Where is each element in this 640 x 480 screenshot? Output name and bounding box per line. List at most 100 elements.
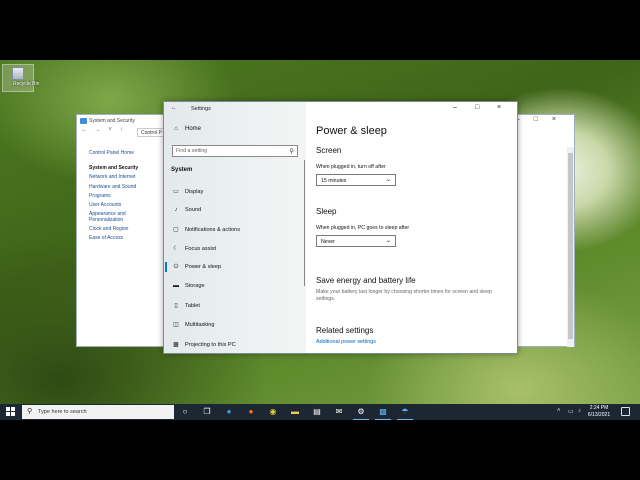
settings-title: Settings bbox=[191, 106, 211, 112]
taskbar-search-placeholder: Type here to search bbox=[38, 409, 87, 415]
taskbar: ⚲ Type here to search ○ ❐ ● ● ◉ ▬ ▤ ✉ ⚙ … bbox=[0, 404, 640, 420]
cp-link-clock-and-region[interactable]: Clock and Region bbox=[89, 225, 138, 234]
taskbar-search-box[interactable]: ⚲ Type here to search bbox=[22, 405, 174, 419]
nav-item-storage[interactable]: ▬ Storage bbox=[171, 283, 205, 289]
settings-window-buttons: – □ × bbox=[447, 102, 517, 116]
nav-item-projecting[interactable]: ▩ Projecting to this PC bbox=[171, 341, 236, 348]
sound-icon: ♪ bbox=[174, 207, 178, 213]
nav-item-display[interactable]: ▭ Display bbox=[171, 188, 203, 195]
cp-link-programs[interactable]: Programs bbox=[89, 192, 138, 201]
network-icon[interactable]: ▭ bbox=[568, 408, 574, 415]
nav-item-notifications[interactable]: ▢ Notifications & actions bbox=[171, 226, 240, 233]
clock-time: 2:24 PM bbox=[589, 405, 609, 411]
search-placeholder: Find a setting bbox=[176, 148, 208, 154]
nav-item-label: Storage bbox=[185, 283, 205, 289]
control-panel-title: System and Security bbox=[89, 118, 135, 124]
cp-link-ease-of-access[interactable]: Ease of Access bbox=[89, 234, 138, 243]
screen-timeout-dropdown[interactable]: 15 minutes ⌄ bbox=[316, 174, 396, 186]
chevron-down-icon: ⌄ bbox=[385, 177, 391, 183]
recycle-bin-icon[interactable]: Recycle Bin bbox=[2, 64, 39, 92]
cp-link-network-and-internet[interactable]: Network and Internet bbox=[89, 173, 138, 182]
search-icon: ⚲ bbox=[289, 148, 294, 155]
nav-item-label: Notifications & actions bbox=[185, 227, 241, 233]
back-arrow-icon[interactable]: ← bbox=[81, 127, 87, 133]
recycle-bin-label: Recycle Bin bbox=[13, 81, 40, 87]
app-taskbar-icon[interactable]: ☂ bbox=[397, 407, 413, 420]
screen-label: When plugged in, turn off after bbox=[316, 164, 386, 170]
minimize-button[interactable]: – bbox=[453, 104, 457, 111]
action-center-icon[interactable] bbox=[621, 407, 630, 416]
home-icon: ⌂ bbox=[174, 126, 178, 132]
cp-link-appearance[interactable]: Appearance and Personalization bbox=[89, 210, 133, 224]
sleep-heading: Sleep bbox=[316, 207, 337, 216]
nav-item-label: Projecting to this PC bbox=[185, 342, 236, 348]
cp-link-hardware-and-sound[interactable]: Hardware and Sound bbox=[89, 183, 138, 192]
nav-item-tablet[interactable]: ▯ Tablet bbox=[171, 302, 200, 309]
maximize-button[interactable]: □ bbox=[475, 104, 479, 111]
nav-item-multitasking[interactable]: ◫ Multitasking bbox=[171, 321, 215, 328]
store-icon[interactable]: ▤ bbox=[312, 407, 322, 417]
tablet-icon: ▯ bbox=[174, 303, 178, 309]
taskbar-clock[interactable]: 2:24 PM 6/13/2021 bbox=[584, 405, 614, 419]
clock-date: 6/13/2021 bbox=[587, 412, 611, 418]
firefox-icon[interactable]: ● bbox=[246, 407, 256, 417]
sidebar-scrollbar[interactable] bbox=[304, 160, 305, 286]
chevron-down-icon: ⌄ bbox=[385, 238, 391, 244]
settings-search-input[interactable]: Find a setting ⚲ bbox=[172, 145, 298, 157]
energy-heading: Save energy and battery life bbox=[316, 276, 416, 285]
scrollbar-thumb[interactable] bbox=[568, 153, 573, 339]
show-hidden-icons-chevron-icon[interactable]: ˄ bbox=[557, 408, 561, 414]
cp-link-system-and-security[interactable]: System and Security bbox=[89, 164, 138, 173]
up-arrow-icon[interactable]: ↑ bbox=[120, 127, 123, 133]
nav-item-power-sleep[interactable]: ⏻ Power & sleep bbox=[164, 262, 222, 272]
task-view-icon[interactable]: ❐ bbox=[202, 407, 212, 417]
nav-item-label: Power & sleep bbox=[185, 264, 222, 270]
control-panel-scrollbar[interactable] bbox=[567, 147, 574, 347]
letterbox-top bbox=[0, 0, 640, 60]
power-icon: ⏻ bbox=[173, 264, 179, 270]
cp-link-control-panel-home[interactable]: Control Panel Home bbox=[89, 149, 138, 158]
nav-item-label: Focus assist bbox=[185, 246, 217, 252]
storage-icon: ▬ bbox=[173, 283, 179, 289]
letterbox-bottom bbox=[0, 420, 640, 480]
file-explorer-icon[interactable]: ▬ bbox=[290, 407, 300, 417]
related-settings-heading: Related settings bbox=[316, 326, 374, 335]
settings-content: – □ × Power & sleep Screen When plugged … bbox=[306, 102, 517, 353]
notifications-icon: ▢ bbox=[173, 227, 179, 233]
nav-item-label: Multitasking bbox=[185, 322, 215, 328]
display-icon: ▭ bbox=[173, 189, 179, 195]
nav-item-focus-assist[interactable]: ☾ Focus assist bbox=[171, 245, 216, 252]
cp-link-user-accounts[interactable]: User Accounts bbox=[89, 201, 138, 210]
close-button[interactable]: × bbox=[497, 104, 501, 111]
sleep-timeout-value: Never bbox=[321, 238, 335, 245]
volume-icon[interactable]: ♪ bbox=[578, 408, 581, 414]
forward-arrow-icon[interactable]: → bbox=[95, 127, 101, 133]
nav-item-label: Sound bbox=[185, 207, 202, 213]
additional-power-settings-link[interactable]: Additional power settings bbox=[316, 339, 376, 345]
settings-sidebar: ← Settings ⌂ Home Find a setting ⚲ System… bbox=[164, 102, 306, 353]
edge-icon[interactable]: ● bbox=[224, 407, 234, 417]
search-icon: ⚲ bbox=[27, 408, 33, 415]
section-heading-system: System bbox=[171, 167, 193, 173]
nav-item-sound[interactable]: ♪ Sound bbox=[171, 207, 202, 213]
cortana-icon[interactable]: ○ bbox=[180, 407, 190, 417]
trash-icon bbox=[12, 67, 24, 80]
settings-gear-icon[interactable]: ⚙ bbox=[353, 407, 369, 420]
start-button[interactable] bbox=[6, 407, 16, 417]
focus-assist-icon: ☾ bbox=[173, 246, 179, 252]
back-arrow-icon[interactable]: ← bbox=[171, 105, 177, 111]
control-panel-taskbar-icon[interactable]: ▩ bbox=[375, 407, 391, 420]
multitasking-icon: ◫ bbox=[173, 322, 179, 328]
chrome-icon[interactable]: ◉ bbox=[268, 407, 278, 417]
control-panel-icon bbox=[80, 118, 87, 124]
nav-item-label: Tablet bbox=[185, 303, 200, 309]
nav-home-label: Home bbox=[185, 126, 202, 132]
control-panel-window-buttons[interactable]: –□× bbox=[516, 116, 570, 123]
sleep-label: When plugged in, PC goes to sleep after bbox=[316, 225, 410, 231]
energy-description: Make your battery last longer by choosin… bbox=[316, 289, 492, 302]
nav-home[interactable]: ⌂ Home bbox=[171, 126, 201, 132]
control-panel-sidebar: Control Panel Home System and Security N… bbox=[89, 149, 138, 243]
recent-dropdown-icon[interactable]: ˅ bbox=[108, 127, 112, 133]
mail-icon[interactable]: ✉ bbox=[334, 407, 344, 417]
sleep-timeout-dropdown[interactable]: Never ⌄ bbox=[316, 235, 396, 247]
